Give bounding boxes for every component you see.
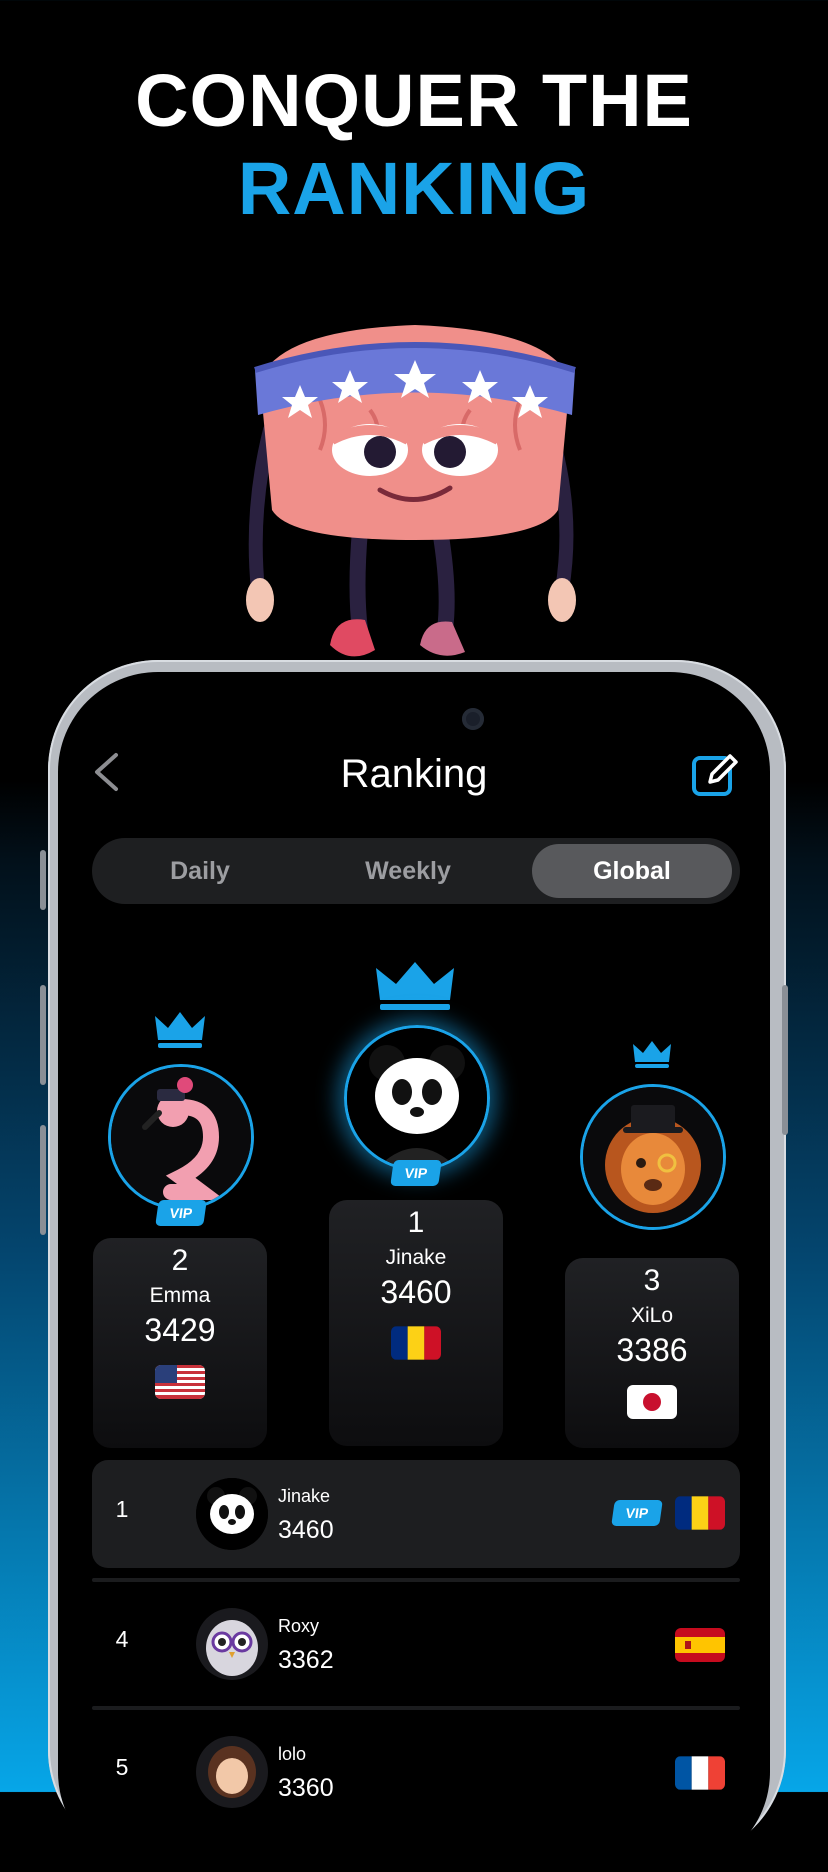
panda-avatar bbox=[196, 1478, 268, 1550]
podium-name: Emma bbox=[149, 1284, 211, 1307]
tab-daily[interactable]: Daily bbox=[92, 844, 308, 898]
crown-icon bbox=[376, 962, 454, 1010]
phone-side-button bbox=[40, 985, 46, 1085]
podium-score: 3460 bbox=[380, 1274, 452, 1310]
phone-side-button bbox=[782, 985, 788, 1135]
crown-icon bbox=[633, 1041, 671, 1068]
list-item[interactable]: 5 lolo 3360 bbox=[92, 1718, 740, 1826]
france-flag-icon bbox=[675, 1756, 725, 1790]
phone-side-button bbox=[40, 1125, 46, 1235]
edit-icon[interactable] bbox=[692, 752, 738, 798]
list-rank: 1 bbox=[115, 1496, 129, 1522]
usa-flag-icon bbox=[155, 1365, 205, 1399]
podium-rank: 2 bbox=[171, 1244, 189, 1277]
avatar-third-place[interactable] bbox=[580, 1084, 726, 1230]
japan-flag-icon bbox=[627, 1385, 677, 1419]
podium-rank: 3 bbox=[643, 1264, 661, 1297]
podium-score: 3386 bbox=[616, 1332, 688, 1368]
vip-badge: VIP bbox=[390, 1160, 442, 1186]
podium-name: Jinake bbox=[385, 1246, 447, 1269]
avatar bbox=[196, 1736, 268, 1808]
vip-badge: VIP bbox=[611, 1500, 663, 1526]
vip-badge: VIP bbox=[155, 1200, 207, 1226]
divider bbox=[92, 1578, 740, 1582]
avatar-first-place[interactable] bbox=[344, 1025, 490, 1171]
podium-score: 3429 bbox=[144, 1312, 216, 1348]
list-rank: 4 bbox=[115, 1626, 129, 1652]
podium-card-first[interactable]: 1 Jinake 3460 bbox=[329, 1200, 503, 1446]
podium-rank: 1 bbox=[407, 1206, 425, 1239]
front-camera bbox=[462, 708, 484, 730]
list-name: Roxy bbox=[278, 1616, 320, 1636]
spain-flag-icon bbox=[675, 1628, 725, 1662]
podium-card-third[interactable]: 3 XiLo 3386 bbox=[565, 1258, 739, 1448]
panda-avatar bbox=[347, 1028, 487, 1168]
avatar bbox=[196, 1478, 268, 1550]
list-name: lolo bbox=[278, 1744, 307, 1764]
podium-name: XiLo bbox=[630, 1304, 674, 1327]
hero-title-line2: RANKING bbox=[237, 147, 591, 230]
owl-avatar bbox=[196, 1608, 268, 1680]
phone-side-button bbox=[40, 850, 46, 910]
list-name: Jinake bbox=[278, 1486, 331, 1506]
list-item[interactable]: 4 Roxy 3362 bbox=[92, 1590, 740, 1698]
avatar-second-place[interactable] bbox=[108, 1064, 254, 1210]
period-tabs: Daily Weekly Global bbox=[92, 838, 740, 904]
list-item-current-user[interactable]: 1 Jinake 3460 VIP bbox=[92, 1460, 740, 1568]
avatar bbox=[196, 1608, 268, 1680]
hero-title-line1: CONQUER THE bbox=[135, 59, 693, 142]
flamingo-avatar bbox=[111, 1067, 251, 1207]
tab-global[interactable]: Global bbox=[532, 844, 732, 898]
tab-weekly[interactable]: Weekly bbox=[308, 844, 508, 898]
divider bbox=[92, 1706, 740, 1710]
romania-flag-icon bbox=[675, 1496, 725, 1530]
list-score: 3460 bbox=[278, 1516, 334, 1544]
podium-card-second[interactable]: 2 Emma 3429 bbox=[93, 1238, 267, 1448]
list-score: 3360 bbox=[278, 1774, 334, 1802]
lion-avatar bbox=[583, 1087, 723, 1227]
crown-icon bbox=[155, 1012, 205, 1048]
girl-avatar bbox=[196, 1736, 268, 1808]
list-score: 3362 bbox=[278, 1646, 334, 1674]
list-rank: 5 bbox=[115, 1754, 129, 1780]
romania-flag-icon bbox=[391, 1326, 441, 1360]
brain-mascot-illustration bbox=[246, 325, 576, 657]
